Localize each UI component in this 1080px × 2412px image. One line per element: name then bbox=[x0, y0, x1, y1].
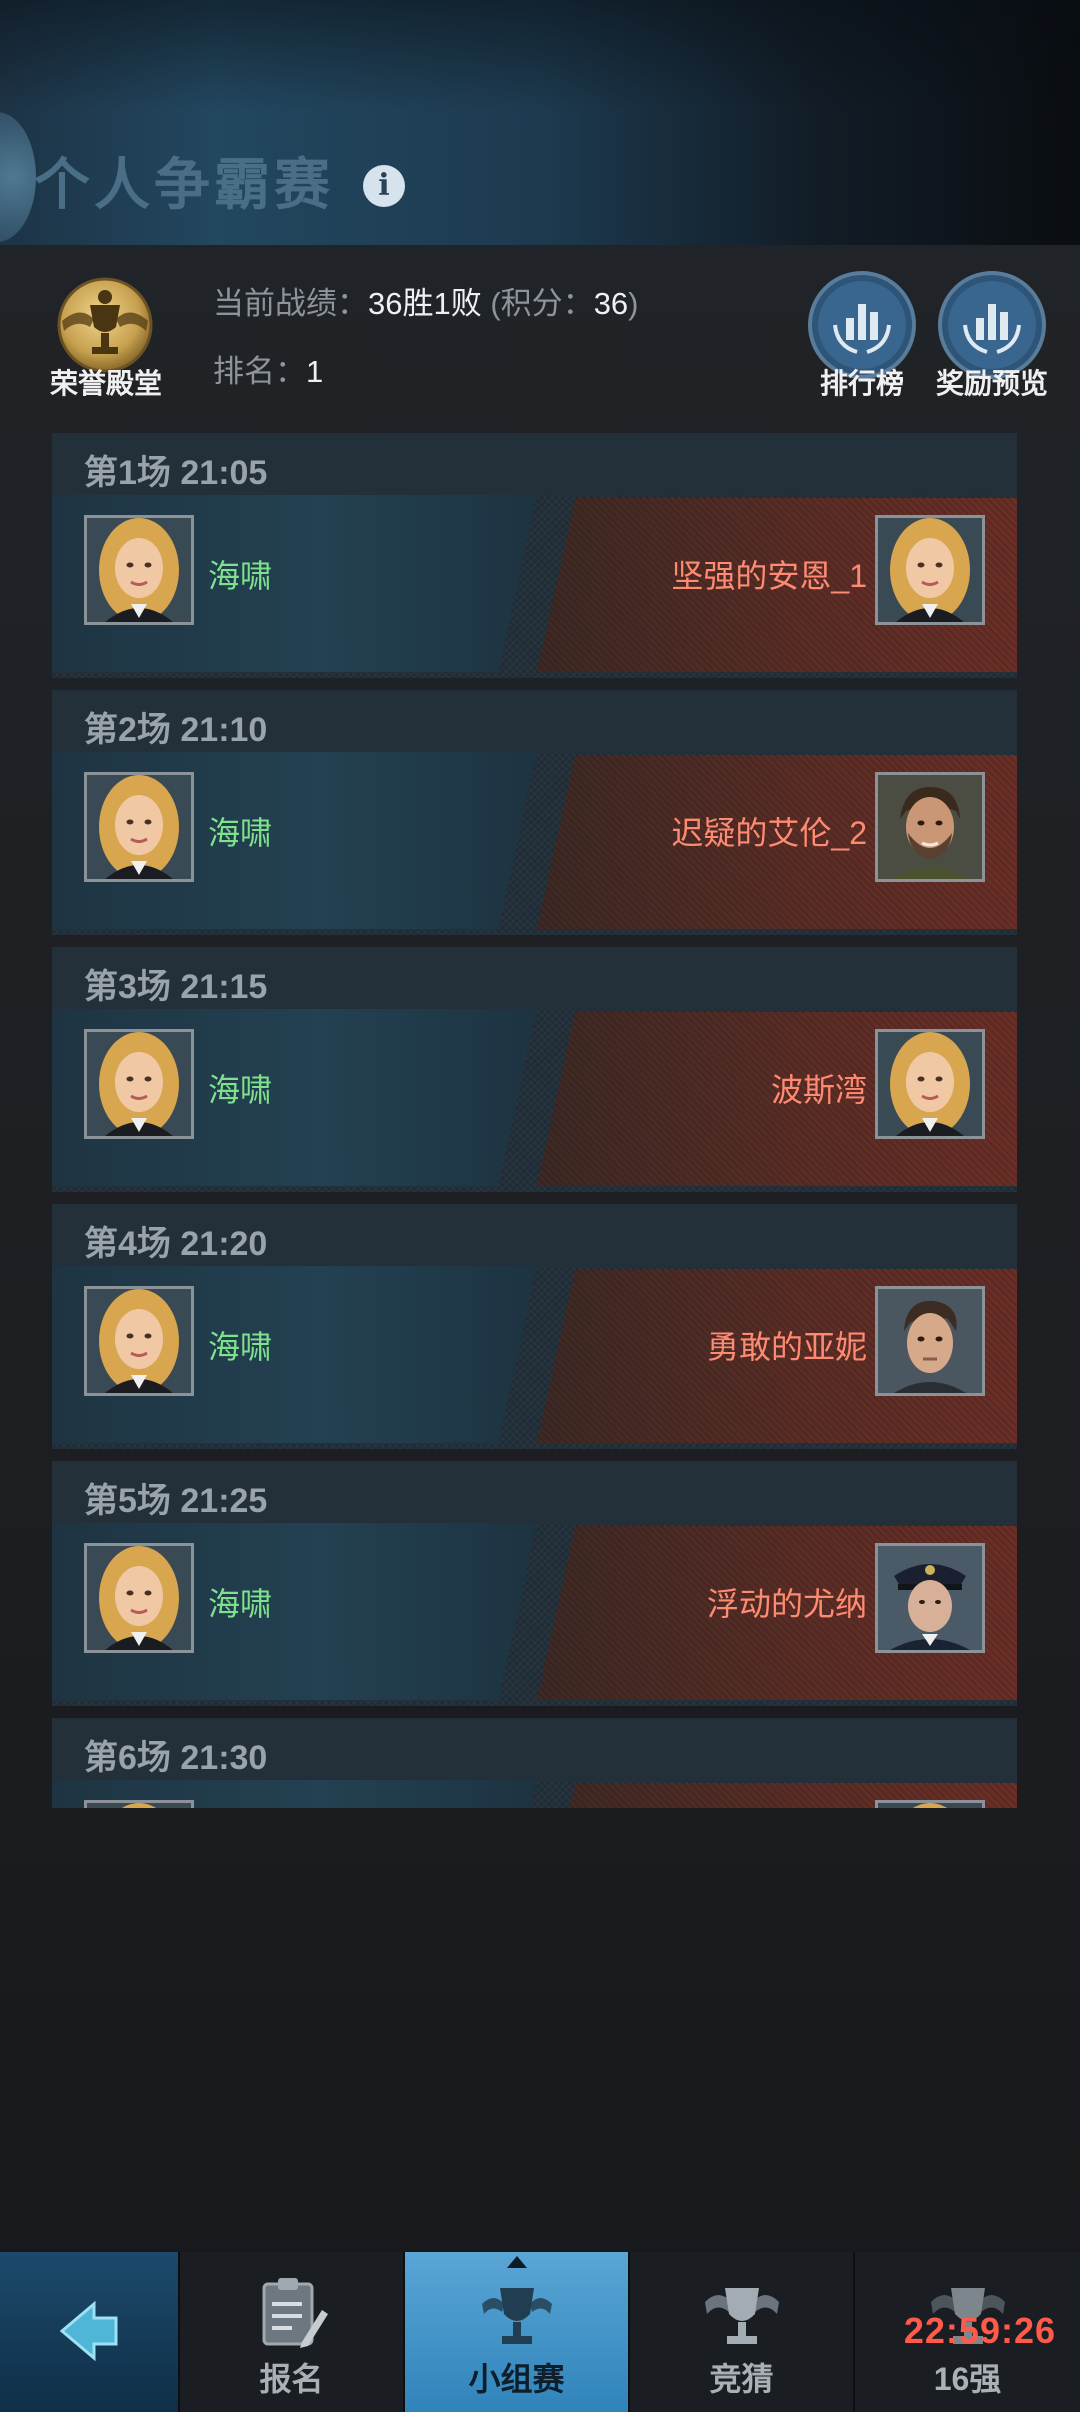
side-handle[interactable] bbox=[0, 112, 36, 242]
opponent-name: 坚强的安恩_1 bbox=[671, 558, 867, 594]
tab-guess[interactable]: 竞猜 bbox=[630, 2252, 855, 2412]
info-icon[interactable]: i bbox=[363, 165, 405, 207]
captain-portrait-icon bbox=[878, 1546, 982, 1650]
blonde-woman-portrait-icon bbox=[87, 518, 191, 622]
player-name: 海啸 bbox=[208, 1329, 273, 1365]
header-shade bbox=[0, 0, 1080, 110]
rank-value: 1 bbox=[306, 354, 324, 389]
opponent-name: 波斯湾 bbox=[770, 1072, 867, 1108]
page-title: 个人争霸赛 bbox=[34, 153, 334, 216]
record-label: 当前战绩： bbox=[213, 286, 368, 321]
blonde-woman-portrait-icon bbox=[87, 1032, 191, 1136]
tab-signup-label: 报名 bbox=[259, 2361, 324, 2397]
opponent-avatar[interactable] bbox=[875, 1286, 985, 1396]
match-body: 海啸 迟疑的艾伦_2 bbox=[52, 752, 1017, 935]
player-name: 海啸 bbox=[208, 1586, 273, 1622]
opponent-avatar[interactable] bbox=[875, 1800, 985, 1808]
rank-line: 排名：1 bbox=[213, 346, 323, 391]
match-time: 21:10 bbox=[180, 711, 268, 749]
match-card[interactable]: 第4场 21:20 海啸 勇敢的亚妮 bbox=[52, 1204, 1017, 1449]
tab-group-stage-label: 小组赛 bbox=[468, 2361, 565, 2397]
opponent-avatar[interactable] bbox=[875, 1029, 985, 1139]
leaderboard-button-label[interactable]: 排行榜 bbox=[787, 362, 937, 402]
back-button[interactable] bbox=[0, 2252, 180, 2412]
match-header: 第6场 21:30 bbox=[52, 1718, 1017, 1780]
tab-top16[interactable]: 22:59:26 16强 bbox=[855, 2252, 1080, 2412]
blonde-woman-portrait-icon bbox=[878, 1032, 982, 1136]
blonde-woman-portrait-icon bbox=[87, 1803, 191, 1808]
opponent-name: 迟疑的艾伦_2 bbox=[671, 815, 867, 851]
match-header: 第4场 21:20 bbox=[52, 1204, 1017, 1266]
tab-guess-label: 竞猜 bbox=[709, 2361, 774, 2397]
blonde-woman-portrait-icon bbox=[87, 1546, 191, 1650]
trophy-icon bbox=[481, 2288, 552, 2344]
trophy-icon bbox=[704, 2288, 779, 2344]
match-header: 第2场 21:10 bbox=[52, 690, 1017, 752]
points-prefix: (积分： bbox=[490, 286, 594, 321]
match-header: 第5场 21:25 bbox=[52, 1461, 1017, 1523]
match-body: 海啸 浮动的尤纳 bbox=[52, 1523, 1017, 1706]
match-round: 第3场 bbox=[84, 968, 171, 1006]
match-header: 第1场 21:05 bbox=[52, 433, 1017, 495]
hall-of-fame-emblem-icon[interactable] bbox=[50, 275, 160, 375]
match-card[interactable]: 第1场 21:05 海啸 坚强的安恩_1 bbox=[52, 433, 1017, 678]
player-avatar[interactable] bbox=[84, 1286, 194, 1396]
opponent-avatar[interactable] bbox=[875, 1543, 985, 1653]
match-card[interactable]: 第3场 21:15 海啸 波斯湾 bbox=[52, 947, 1017, 1192]
reward-preview-button-label[interactable]: 奖励预览 bbox=[917, 362, 1067, 402]
match-round: 第1场 bbox=[84, 454, 171, 492]
match-body bbox=[52, 1780, 1017, 1808]
player-avatar[interactable] bbox=[84, 1543, 194, 1653]
opponent-name: 浮动的尤纳 bbox=[706, 1586, 867, 1622]
record-value: 36胜1败 bbox=[368, 286, 482, 321]
match-body: 海啸 波斯湾 bbox=[52, 1009, 1017, 1192]
player-avatar[interactable] bbox=[84, 1029, 194, 1139]
match-body: 海啸 勇敢的亚妮 bbox=[52, 1266, 1017, 1449]
countdown-timer: 22:59:26 bbox=[903, 2310, 1056, 2351]
match-time: 21:20 bbox=[180, 1225, 268, 1263]
blonde-woman-portrait-icon bbox=[878, 1803, 982, 1808]
page-header: 个人争霸赛 i bbox=[0, 0, 1080, 245]
opponent-avatar[interactable] bbox=[875, 772, 985, 882]
player-name: 海啸 bbox=[208, 815, 273, 851]
hall-of-fame-label: 荣誉殿堂 bbox=[49, 368, 162, 399]
rank-label: 排名： bbox=[213, 354, 306, 389]
blonde-woman-portrait-icon bbox=[87, 1289, 191, 1393]
match-header: 第3场 21:15 bbox=[52, 947, 1017, 1009]
player-name: 海啸 bbox=[208, 558, 273, 594]
opponent-name: 勇敢的亚妮 bbox=[706, 1329, 867, 1365]
tab-signup[interactable]: 报名 bbox=[180, 2252, 405, 2412]
match-round: 第6场 bbox=[84, 1739, 171, 1777]
back-arrow-icon bbox=[59, 2300, 118, 2362]
match-time: 21:05 bbox=[180, 454, 268, 492]
match-list[interactable]: 第1场 21:05 海啸 坚强的安恩_1 第2场 21:10 海啸 迟疑的艾伦_… bbox=[52, 433, 1017, 1808]
match-time: 21:25 bbox=[180, 1482, 268, 1520]
opponent-avatar[interactable] bbox=[875, 515, 985, 625]
bearded-man-portrait-icon bbox=[878, 775, 982, 879]
player-name: 海啸 bbox=[208, 1072, 273, 1108]
tab-group-stage[interactable]: 小组赛 bbox=[405, 2252, 630, 2412]
match-card[interactable]: 第5场 21:25 海啸 浮动的尤纳 bbox=[52, 1461, 1017, 1706]
points-value: 36 bbox=[593, 286, 629, 321]
blonde-woman-portrait-icon bbox=[878, 518, 982, 622]
tab-top16-label: 16强 bbox=[933, 2361, 1002, 2397]
record-line: 当前战绩：36胜1败 (积分：36) bbox=[213, 278, 639, 323]
match-card[interactable]: 第6场 21:30 bbox=[52, 1718, 1017, 1808]
match-card[interactable]: 第2场 21:10 海啸 迟疑的艾伦_2 bbox=[52, 690, 1017, 935]
clipboard-pen-icon bbox=[262, 2278, 328, 2348]
active-indicator-icon bbox=[507, 2256, 527, 2268]
young-man-portrait-icon bbox=[878, 1289, 982, 1393]
match-round: 第5场 bbox=[84, 1482, 171, 1520]
match-time: 21:15 bbox=[180, 968, 268, 1006]
match-body: 海啸 坚强的安恩_1 bbox=[52, 495, 1017, 678]
player-avatar[interactable] bbox=[84, 1800, 194, 1808]
player-avatar[interactable] bbox=[84, 772, 194, 882]
bottom-nav: 报名 小组赛 竞猜 22:59:26 16强 bbox=[0, 2252, 1080, 2412]
match-time: 21:30 bbox=[180, 1739, 268, 1777]
blonde-woman-portrait-icon bbox=[87, 775, 191, 879]
points-suffix: ) bbox=[628, 286, 639, 321]
match-round: 第2场 bbox=[84, 711, 171, 749]
player-avatar[interactable] bbox=[84, 515, 194, 625]
match-round: 第4场 bbox=[84, 1225, 171, 1263]
